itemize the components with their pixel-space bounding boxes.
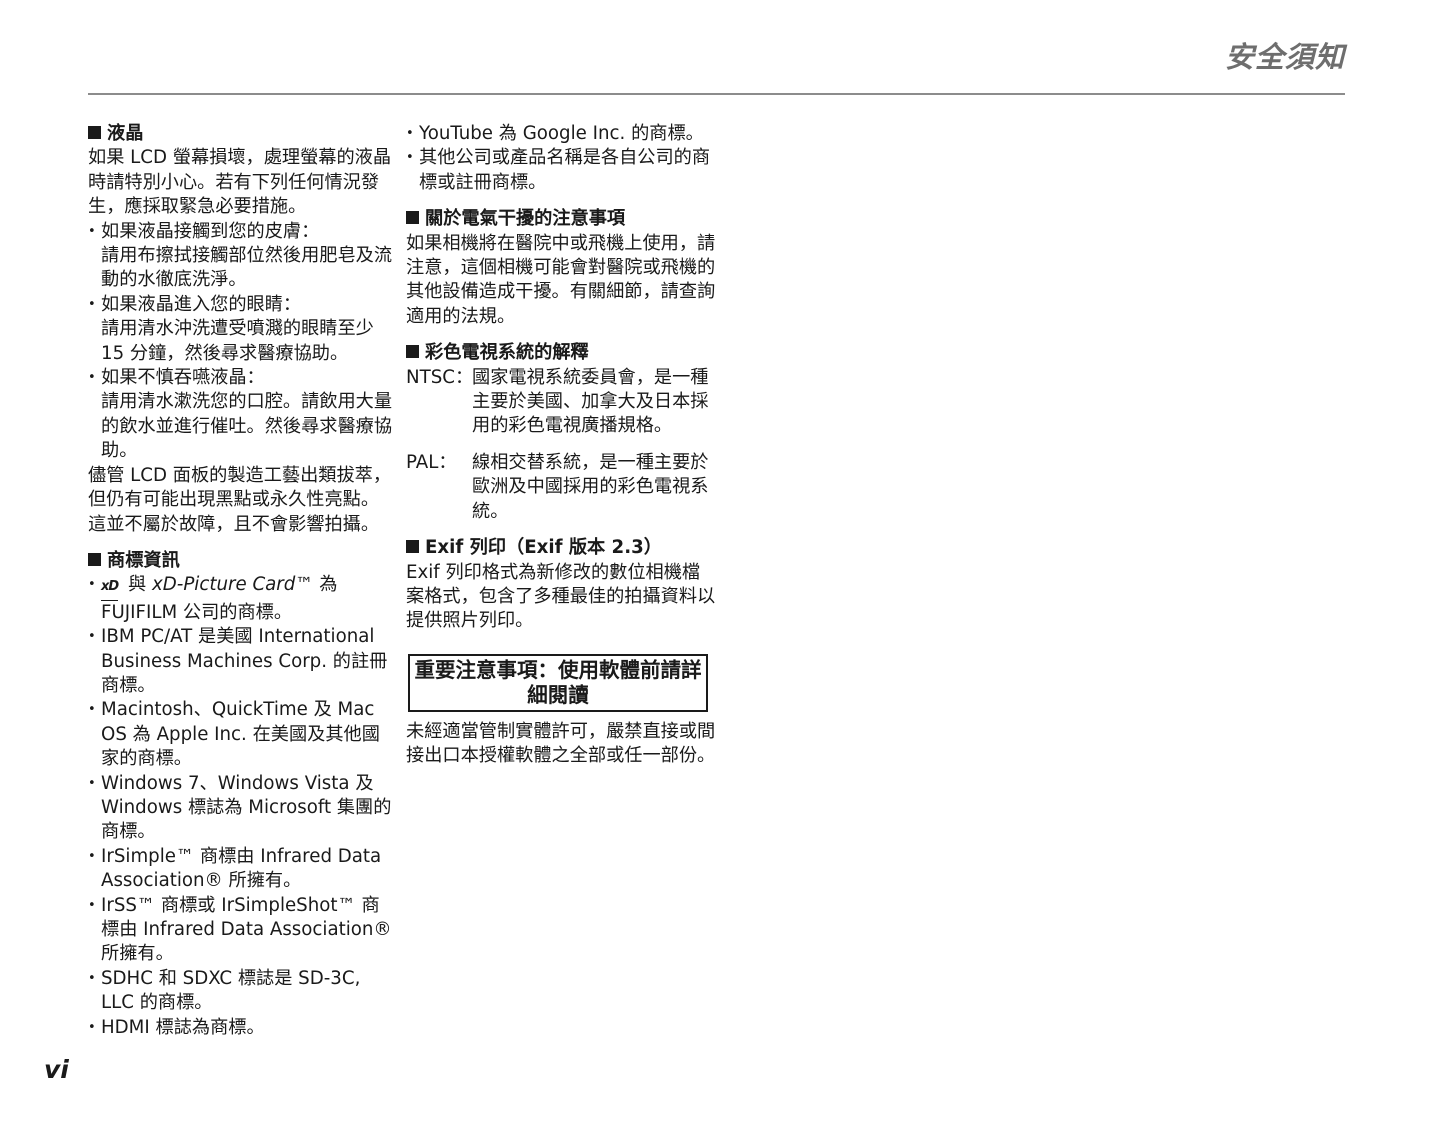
- list-item: IrSimple™ 商標由 Infrared Data Association®…: [88, 845, 392, 894]
- definition-row: NTSC： 國家電視系統委員會，是一種主要於美國、加拿大及日本採用的彩色電視廣播…: [406, 366, 716, 439]
- xd-picture-card-name: xD-Picture Card™: [151, 574, 314, 596]
- list-item-body: 請用清水漱洗您的口腔。請飲用大量的飲水並進行催吐。然後尋求醫療協助。: [101, 391, 393, 462]
- trademark-list-continued: YouTube 為 Google Inc. 的商標。 其他公司或產品名稱是各自公…: [406, 122, 716, 195]
- interference-body: 如果相機將在醫院中或飛機上使用，請注意，這個相機可能會對醫院或飛機的其他設備造成…: [406, 232, 716, 327]
- page-number: vi: [44, 1055, 69, 1084]
- list-item: IBM PC/AT 是美國 International Business Mac…: [88, 625, 392, 698]
- important-notice-box: 重要注意事項：使用軟體前請詳細閱讀: [408, 653, 708, 712]
- section-exif-title: Exif 列印（Exif 版本 2.3）: [406, 536, 716, 560]
- list-item: 如果液晶接觸到您的皮膚： 請用布擦拭接觸部位然後用肥皂及流動的水徹底洗淨。: [88, 220, 392, 293]
- list-item-head: 如果液晶進入您的眼睛：: [101, 293, 302, 315]
- header-divider: [88, 93, 1345, 95]
- section-interference-title: 關於電氣干擾的注意事項: [406, 207, 716, 231]
- definition-row: PAL： 線相交替系統，是一種主要於歐洲及中國採用的彩色電視系統。: [406, 451, 716, 524]
- list-item: HDMI 標誌為商標。: [88, 1016, 392, 1041]
- page-header-title: 安全須知: [1224, 40, 1345, 74]
- list-item: 其他公司或產品名稱是各自公司的商標或註冊商標。: [406, 146, 716, 195]
- right-column: YouTube 為 Google Inc. 的商標。 其他公司或產品名稱是各自公…: [406, 122, 716, 769]
- list-item-head: 如果不慎吞嚥液晶：: [101, 367, 265, 389]
- list-item: IrSS™ 商標或 IrSimpleShot™ 商標由 Infrared Dat…: [88, 894, 392, 967]
- section-lcd-title: 液晶: [88, 122, 392, 146]
- square-bullet-icon: [406, 540, 419, 554]
- definition-desc: 線相交替系統，是一種主要於歐洲及中國採用的彩色電視系統。: [472, 451, 709, 522]
- square-bullet-icon: [406, 211, 419, 225]
- list-item: xD 與 xD-Picture Card™ 為 FUJIFILM 公司的商標。: [88, 573, 392, 625]
- trademark-list: xD 與 xD-Picture Card™ 為 FUJIFILM 公司的商標。 …: [88, 573, 392, 1040]
- list-item: 如果液晶進入您的眼睛： 請用清水沖洗遭受噴濺的眼睛至少 15 分鐘，然後尋求醫療…: [88, 293, 392, 366]
- list-item: Macintosh、QuickTime 及 Mac OS 為 Apple Inc…: [88, 698, 392, 771]
- exif-body: Exif 列印格式為新修改的數位相機檔案格式，包含了多種最佳的拍攝資料以提供照片…: [406, 561, 716, 632]
- square-bullet-icon: [88, 126, 101, 139]
- list-item-body: 請用清水沖洗遭受噴濺的眼睛至少 15 分鐘，然後尋求醫療協助。: [101, 318, 374, 364]
- notice-body: 未經適當管制實體許可，嚴禁直接或間接出口本授權軟體之全部或任一部份。: [406, 720, 716, 767]
- square-bullet-icon: [406, 345, 419, 359]
- list-item-body: 請用布擦拭接觸部位然後用肥皂及流動的水徹底洗淨。: [101, 245, 393, 291]
- list-item-head: 如果液晶接觸到您的皮膚：: [101, 220, 320, 242]
- list-item: SDHC 和 SDXC 標誌是 SD-3C, LLC 的商標。: [88, 967, 392, 1016]
- section-trademark-title: 商標資訊: [88, 549, 392, 573]
- xd-logo: xD: [101, 575, 119, 601]
- lcd-intro: 如果 LCD 螢幕損壞，處理螢幕的液晶時請特別小心。若有下列任何情況發生，應採取…: [88, 147, 392, 218]
- lcd-outro: 儘管 LCD 面板的製造工藝出類拔萃，但仍有可能出現黑點或永久性亮點。這並不屬於…: [88, 464, 392, 535]
- left-column: 液晶 如果 LCD 螢幕損壞，處理螢幕的液晶時請特別小心。若有下列任何情況發生，…: [88, 122, 392, 1040]
- list-item: 如果不慎吞嚥液晶： 請用清水漱洗您的口腔。請飲用大量的飲水並進行催吐。然後尋求醫…: [88, 366, 392, 464]
- square-bullet-icon: [88, 552, 101, 566]
- list-item: Windows 7、Windows Vista 及 Windows 標誌為 Mi…: [88, 772, 392, 845]
- definition-term: NTSC：: [406, 366, 474, 388]
- list-item: YouTube 為 Google Inc. 的商標。: [406, 122, 716, 147]
- lcd-list: 如果液晶接觸到您的皮膚： 請用布擦拭接觸部位然後用肥皂及流動的水徹底洗淨。 如果…: [88, 220, 392, 464]
- section-tv-title: 彩色電視系統的解釋: [406, 341, 716, 365]
- definition-desc: 國家電視系統委員會，是一種主要於美國、加拿大及日本採用的彩色電視廣播規格。: [472, 366, 709, 437]
- definition-term: PAL：: [406, 451, 457, 473]
